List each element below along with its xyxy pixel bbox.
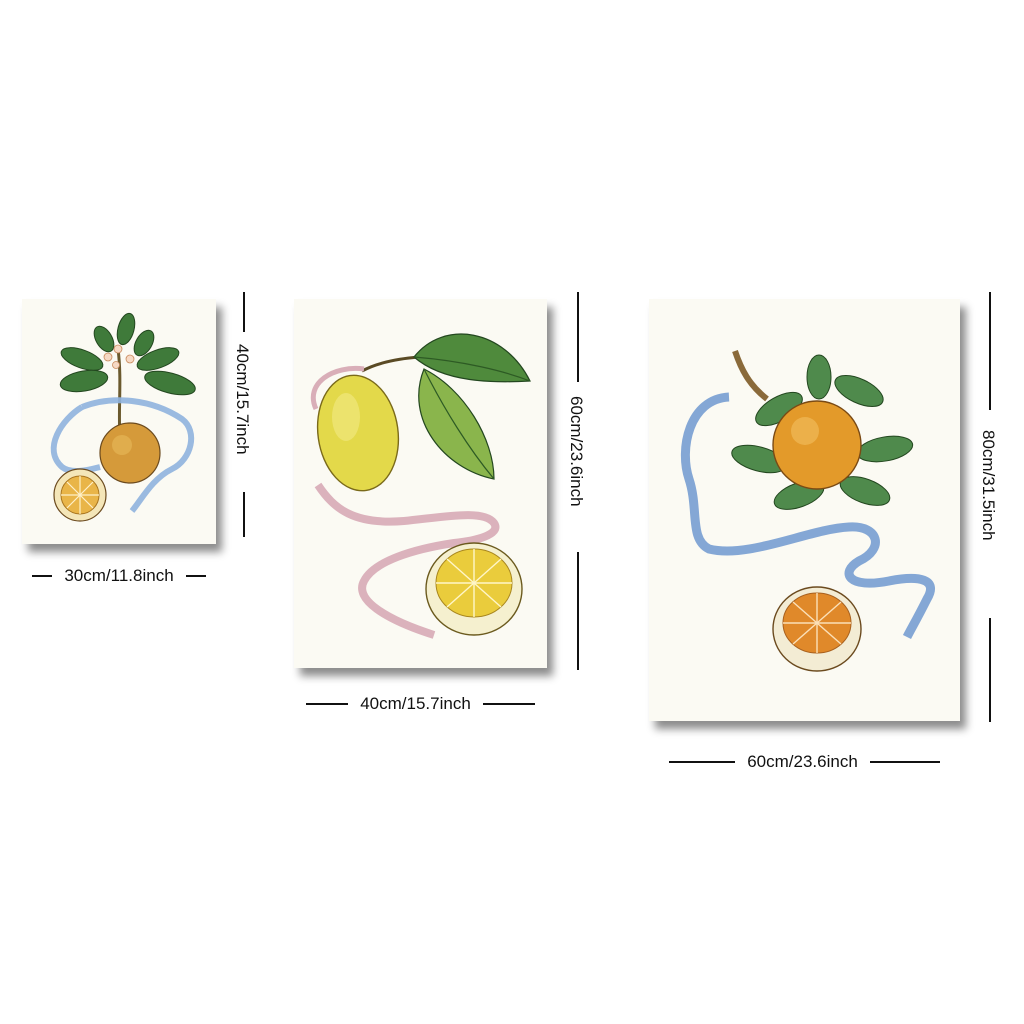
dimension-line — [243, 492, 245, 537]
orange-branch-illustration — [50, 312, 196, 522]
dimension-line — [32, 575, 53, 577]
dimension-line — [577, 552, 579, 670]
medium-print — [294, 299, 547, 668]
medium-print-width-dimension: 40cm/15.7inch — [294, 694, 547, 714]
dimension-line — [669, 761, 736, 763]
large-print-height-dimension: 80cm/31.5inch — [978, 292, 1002, 724]
lemon-illustration — [311, 333, 531, 639]
dimension-line — [185, 575, 206, 577]
dimension-line — [989, 292, 991, 410]
small-print-width-label: 30cm/11.8inch — [64, 566, 174, 585]
dimension-line — [306, 703, 349, 705]
small-print-height-dimension: 40cm/15.7inch — [232, 292, 256, 542]
medium-print-width-label: 40cm/15.7inch — [360, 694, 471, 713]
dimension-line — [577, 292, 579, 382]
large-print — [649, 299, 960, 721]
large-print-width-label: 60cm/23.6inch — [747, 752, 858, 771]
dimension-line — [989, 618, 991, 722]
medium-print-height-dimension: 60cm/23.6inch — [566, 292, 590, 672]
small-print-width-dimension: 30cm/11.8inch — [22, 566, 216, 586]
bitter-orange-illustration — [680, 350, 935, 672]
dimension-line — [869, 761, 940, 763]
small-print-height-label: 40cm/15.7inch — [233, 344, 252, 455]
dimension-line — [243, 292, 245, 332]
large-print-width-dimension: 60cm/23.6inch — [649, 752, 960, 772]
dimension-line — [482, 703, 535, 705]
small-print — [22, 299, 216, 544]
large-print-height-label: 80cm/31.5inch — [979, 430, 998, 541]
medium-print-height-label: 60cm/23.6inch — [567, 396, 586, 507]
